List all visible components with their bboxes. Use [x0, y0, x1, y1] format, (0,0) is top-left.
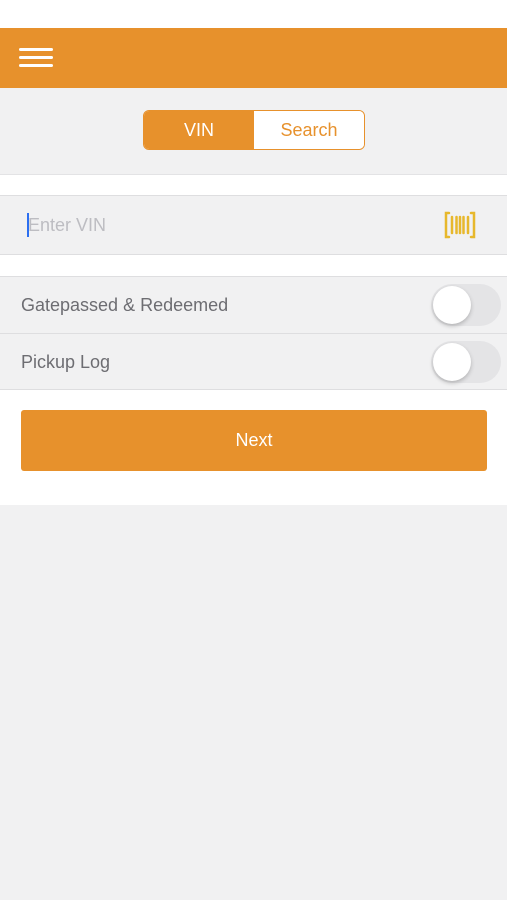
next-button[interactable]: Next	[21, 410, 487, 471]
toggle-knob	[433, 343, 471, 381]
toggle-row-pickup-log: Pickup Log	[0, 333, 507, 390]
text-caret	[27, 213, 29, 237]
action-card: Next	[0, 390, 507, 505]
menu-line	[19, 48, 53, 51]
menu-line	[19, 56, 53, 59]
pickup-log-toggle[interactable]	[431, 341, 501, 383]
barcode-scan-icon[interactable]	[443, 209, 477, 241]
section-spacer	[0, 255, 507, 276]
segment-control-area: VIN Search	[0, 88, 507, 175]
menu-line	[19, 64, 53, 67]
vin-input-row	[0, 195, 507, 255]
segmented-control: VIN Search	[143, 110, 365, 150]
gatepassed-toggle[interactable]	[431, 284, 501, 326]
section-spacer	[0, 175, 507, 195]
vin-input[interactable]	[20, 206, 428, 244]
toggle-label-gatepassed: Gatepassed & Redeemed	[21, 295, 229, 315]
toggle-row-gatepassed: Gatepassed & Redeemed	[0, 276, 507, 333]
segment-vin[interactable]: VIN	[144, 111, 254, 149]
top-nav-bar	[0, 28, 507, 88]
toggle-label-pickup-log: Pickup Log	[21, 352, 111, 372]
hamburger-menu-icon[interactable]	[19, 45, 53, 71]
status-bar	[0, 0, 507, 28]
toggle-knob	[433, 286, 471, 324]
segment-search[interactable]: Search	[254, 111, 364, 149]
